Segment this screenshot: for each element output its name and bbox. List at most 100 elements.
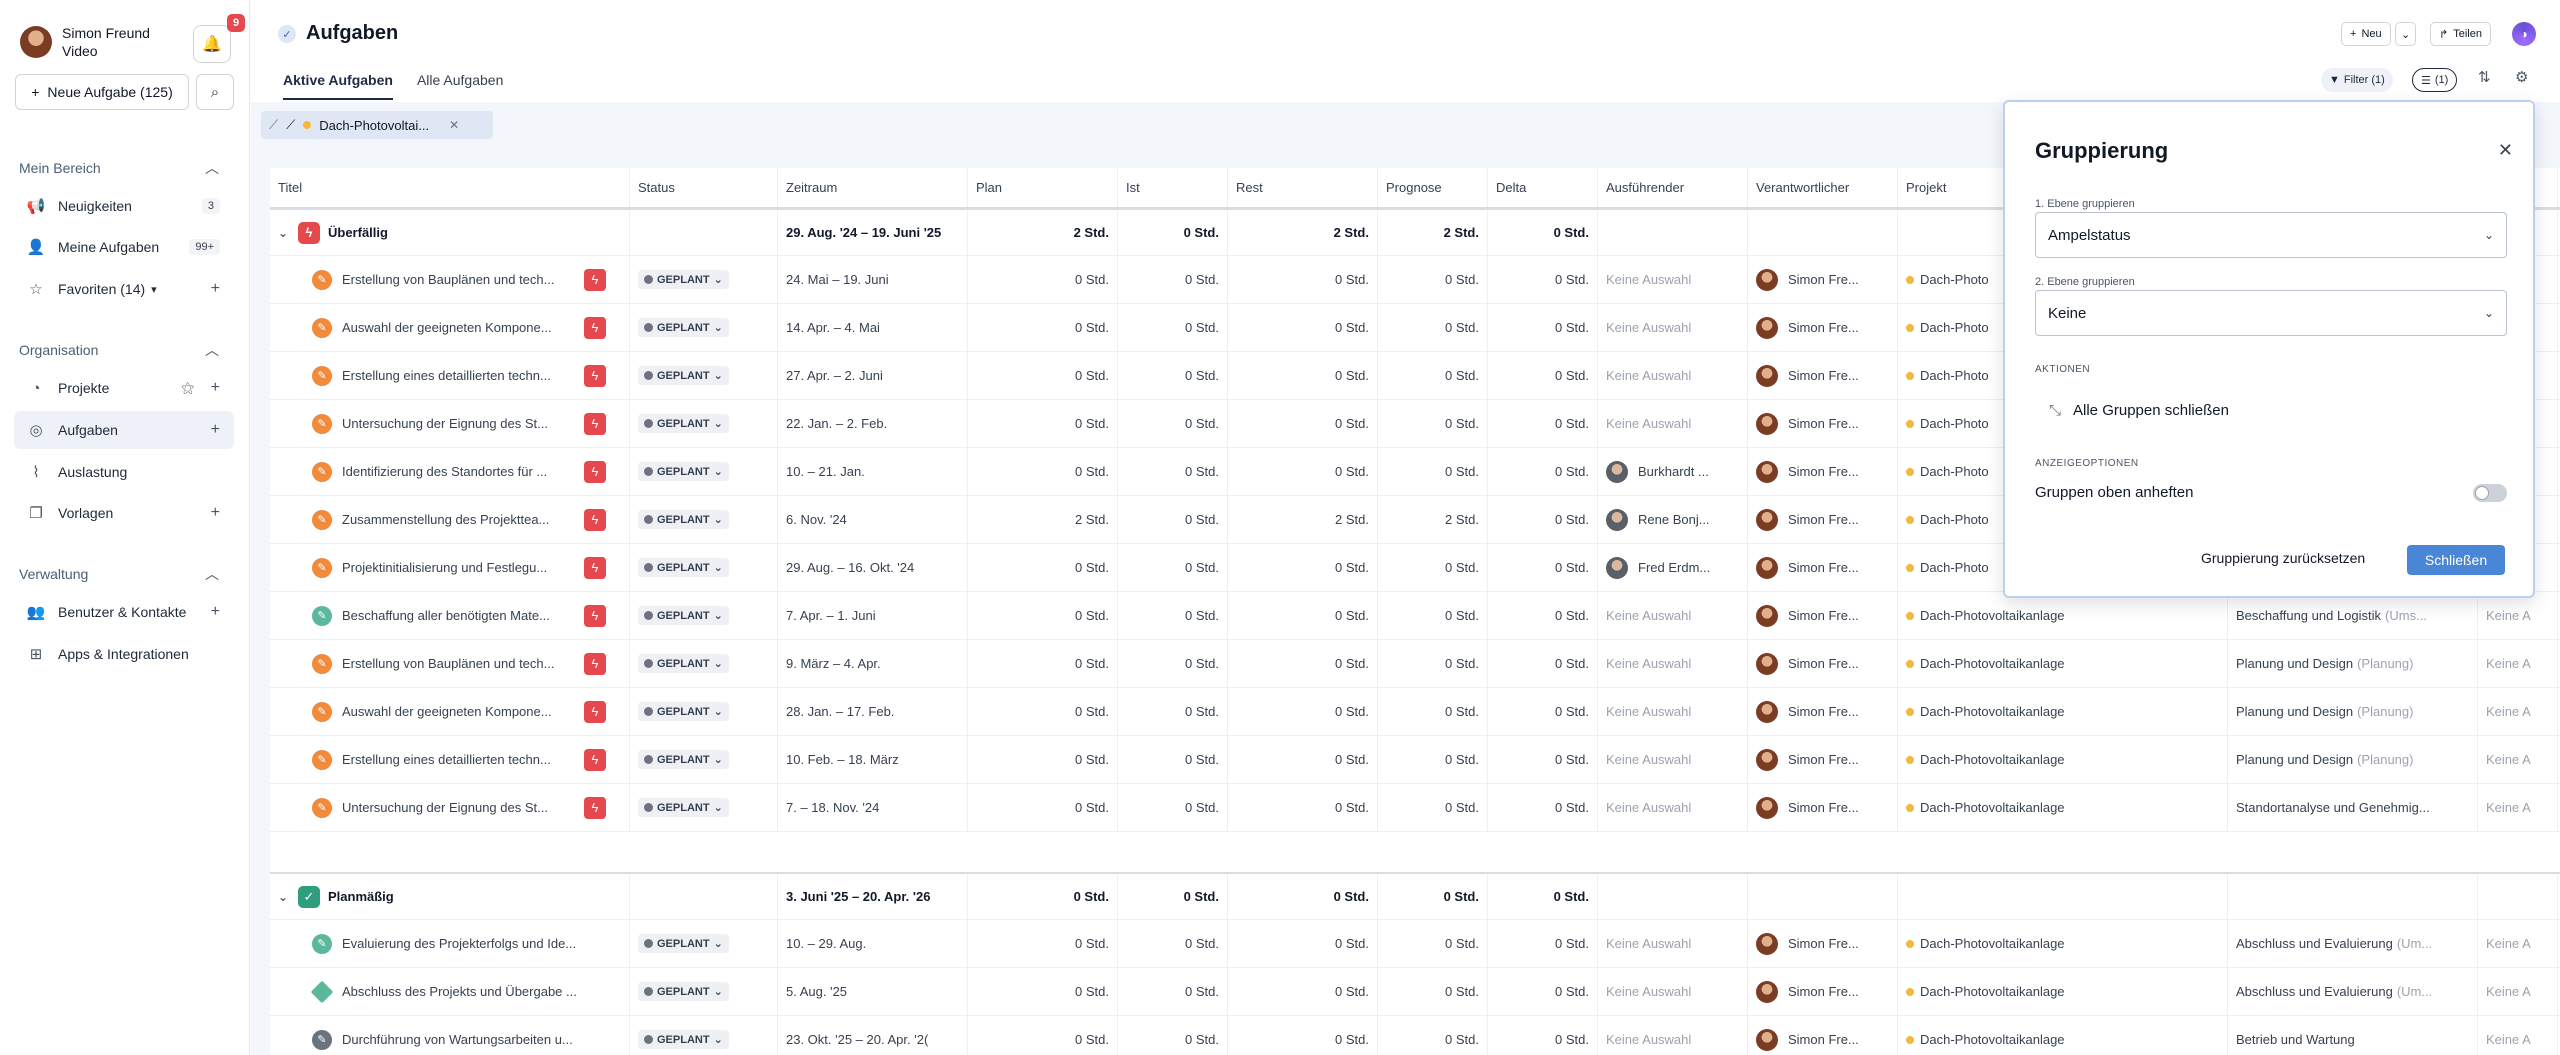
table-row[interactable]: Abschluss des Projekts und Übergabe ... G…	[270, 968, 2560, 1016]
tab-aktive-aufgaben[interactable]: Aktive Aufgaben	[283, 72, 393, 100]
column-header[interactable]: Zeitraum	[778, 168, 968, 207]
task-title[interactable]: Erstellung von Bauplänen und tech...	[342, 272, 578, 287]
task-title[interactable]: Identifizierung des Standortes für ...	[342, 464, 578, 479]
group-row[interactable]: ⌄ ✓ Planmäßig 3. Juni '25 – 20. Apr. '26 0 S…	[270, 872, 2560, 920]
status-badge[interactable]: GEPLANT ⌄	[638, 462, 729, 481]
new-task-button[interactable]: + Neue Aufgabe (125)	[15, 74, 189, 110]
user-profile[interactable]: Simon Freund Video	[20, 24, 150, 60]
gear-icon[interactable]: ⚙	[2515, 68, 2528, 86]
task-title[interactable]: Untersuchung der Eignung des St...	[342, 416, 578, 431]
status-badge[interactable]: GEPLANT ⌄	[638, 798, 729, 817]
project-link[interactable]: Dach-Photo	[1906, 272, 1989, 287]
magic-wand-icon[interactable]: ⚝	[181, 380, 194, 396]
search-button[interactable]: ⌕	[196, 74, 234, 110]
sidebar-item-aufgaben[interactable]: ◎ Aufgaben +	[14, 411, 234, 449]
task-title[interactable]: Abschluss des Projekts und Übergabe ...	[342, 984, 621, 999]
section-verwaltung[interactable]: Verwaltung ︿	[19, 566, 219, 582]
column-header[interactable]: Rest	[1228, 168, 1378, 207]
task-title[interactable]: Auswahl der geeigneten Kompone...	[342, 704, 578, 719]
status-badge[interactable]: GEPLANT ⌄	[638, 366, 729, 385]
assignee-cell[interactable]: Keine Auswahl	[1598, 784, 1748, 831]
owner-cell[interactable]: Simon Fre...	[1748, 400, 1898, 447]
owner-cell[interactable]: Simon Fre...	[1748, 688, 1898, 735]
sidebar-item-benutzer[interactable]: 👥 Benutzer & Kontakte +	[14, 593, 234, 631]
task-title[interactable]: Auswahl der geeigneten Kompone...	[342, 320, 578, 335]
task-title[interactable]: Projektinitialisierung und Festlegu...	[342, 560, 578, 575]
collapse-all-groups-button[interactable]: ⤡ Alle Gruppen schließen	[2049, 402, 2229, 419]
status-badge[interactable]: GEPLANT ⌄	[638, 270, 729, 289]
add-icon[interactable]: +	[211, 379, 220, 397]
assignee-cell[interactable]: Fred Erdm...	[1598, 544, 1748, 591]
owner-cell[interactable]: Simon Fre...	[1748, 1016, 1898, 1055]
table-row[interactable]: ✎ Erstellung eines detaillierten techn...…	[270, 736, 2560, 784]
project-link[interactable]: Dach-Photovoltaikanlage	[1906, 936, 2065, 951]
project-link[interactable]: Dach-Photo	[1906, 368, 1989, 383]
column-header[interactable]: Delta	[1488, 168, 1598, 207]
table-row[interactable]: ✎ Erstellung von Bauplänen und tech... ϟ GE…	[270, 640, 2560, 688]
column-header[interactable]: Verantwortlicher	[1748, 168, 1898, 207]
project-link[interactable]: Dach-Photovoltaikanlage	[1906, 800, 2065, 815]
table-row[interactable]: ✎ Untersuchung der Eignung des St... ϟ GEPL…	[270, 784, 2560, 832]
sidebar-item-auslastung[interactable]: ⌇ Auslastung	[14, 453, 234, 491]
sidebar-item-neuigkeiten[interactable]: 📢 Neuigkeiten 3	[14, 187, 234, 225]
status-badge[interactable]: GEPLANT ⌄	[638, 318, 729, 337]
assignee-cell[interactable]: Keine Auswahl	[1598, 1016, 1748, 1055]
add-icon[interactable]: +	[211, 504, 220, 522]
chevron-down-icon[interactable]: ⌄	[278, 226, 288, 240]
notifications-button[interactable]: 🔔	[193, 25, 231, 63]
project-link[interactable]: Dach-Photo	[1906, 560, 1989, 575]
project-link[interactable]: Dach-Photo	[1906, 416, 1989, 431]
status-badge[interactable]: GEPLANT ⌄	[638, 558, 729, 577]
task-title[interactable]: Zusammenstellung des Projektteа...	[342, 512, 578, 527]
project-link[interactable]: Dach-Photo	[1906, 464, 1989, 479]
owner-cell[interactable]: Simon Fre...	[1748, 920, 1898, 967]
assignee-cell[interactable]: Keine Auswahl	[1598, 400, 1748, 447]
close-button[interactable]: Schließen	[2407, 545, 2505, 575]
table-row[interactable]: ✎ Auswahl der geeigneten Kompone... ϟ GEPLA…	[270, 688, 2560, 736]
sidebar-item-projekte[interactable]: ◔ Projekte ⚝ +	[14, 369, 234, 407]
project-link[interactable]: Dach-Photo	[1906, 320, 1989, 335]
filter-button[interactable]: ▼ Filter (1)	[2321, 68, 2393, 92]
level2-select[interactable]: Keine ⌄	[2035, 290, 2507, 336]
project-link[interactable]: Dach-Photovoltaikanlage	[1906, 984, 2065, 999]
owner-cell[interactable]: Simon Fre...	[1748, 304, 1898, 351]
project-link[interactable]: Dach-Photovoltaikanlage	[1906, 656, 2065, 671]
assignee-cell[interactable]: Keine Auswahl	[1598, 920, 1748, 967]
owner-cell[interactable]: Simon Fre...	[1748, 496, 1898, 543]
section-organisation[interactable]: Organisation ︿	[19, 342, 219, 358]
owner-cell[interactable]: Simon Fre...	[1748, 544, 1898, 591]
column-header[interactable]: Ausführender	[1598, 168, 1748, 207]
status-badge[interactable]: GEPLANT ⌄	[638, 606, 729, 625]
task-title[interactable]: Beschaffung aller benötigten Mate...	[342, 608, 578, 623]
owner-cell[interactable]: Simon Fre...	[1748, 736, 1898, 783]
close-icon[interactable]: ✕	[2498, 140, 2513, 161]
table-row[interactable]: ✎ Beschaffung aller benötigten Mate... ϟ GE…	[270, 592, 2560, 640]
project-link[interactable]: Dach-Photo	[1906, 512, 1989, 527]
table-row[interactable]: ✎ Durchführung von Wartungsarbeiten u... G…	[270, 1016, 2560, 1055]
project-link[interactable]: Dach-Photovoltaikanlage	[1906, 1032, 2065, 1047]
assignee-cell[interactable]: Keine Auswahl	[1598, 736, 1748, 783]
column-header[interactable]: Status	[630, 168, 778, 207]
new-dropdown-button[interactable]: ⌄	[2395, 22, 2417, 46]
section-mein-bereich[interactable]: Mein Bereich ︿	[19, 160, 219, 176]
project-link[interactable]: Dach-Photovoltaikanlage	[1906, 704, 2065, 719]
reset-grouping-button[interactable]: Gruppierung zurücksetzen	[2201, 550, 2365, 566]
project-link[interactable]: Dach-Photovoltaikanlage	[1906, 608, 2065, 623]
status-badge[interactable]: GEPLANT ⌄	[638, 750, 729, 769]
new-button[interactable]: + Neu	[2341, 22, 2391, 46]
view-chip[interactable]: ⟋ ⟋ Dach-Photovoltai... ✕	[261, 111, 493, 139]
sidebar-item-meine-aufgaben[interactable]: 👤 Meine Aufgaben 99+	[14, 228, 234, 266]
owner-cell[interactable]: Simon Fre...	[1748, 640, 1898, 687]
sidebar-item-vorlagen[interactable]: ❐ Vorlagen +	[14, 494, 234, 532]
assignee-cell[interactable]: Keine Auswahl	[1598, 688, 1748, 735]
sort-icon[interactable]: ⇅	[2478, 68, 2491, 86]
owner-cell[interactable]: Simon Fre...	[1748, 352, 1898, 399]
share-button[interactable]: ↱ Teilen	[2430, 22, 2491, 46]
column-header[interactable]: Prognose	[1378, 168, 1488, 207]
column-header[interactable]: Titel	[270, 168, 630, 207]
chevron-down-icon[interactable]: ⌄	[278, 890, 288, 904]
owner-cell[interactable]: Simon Fre...	[1748, 592, 1898, 639]
app-logo-icon[interactable]: ◑	[2512, 22, 2536, 46]
status-badge[interactable]: GEPLANT ⌄	[638, 654, 729, 673]
add-icon[interactable]: +	[211, 421, 220, 439]
